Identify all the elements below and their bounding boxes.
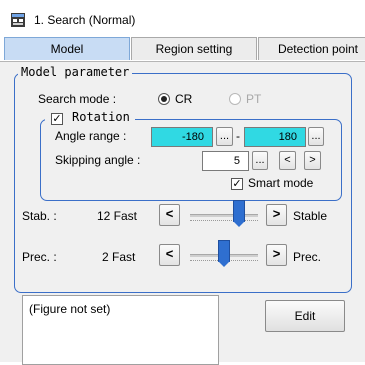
- model-panel: Model parameter Search mode : CR PT ✓ Ro…: [0, 62, 365, 365]
- prec-value: 2 Fast: [102, 250, 136, 264]
- stab-label: Stab. :: [22, 209, 57, 223]
- skipping-angle-field[interactable]: 5: [202, 151, 249, 171]
- smart-mode-label: Smart mode: [248, 176, 314, 190]
- prec-label: Prec. :: [22, 250, 57, 264]
- prec-right-label: Prec.: [293, 250, 322, 264]
- stab-decrease-button[interactable]: <: [159, 204, 180, 226]
- stab-increase-button[interactable]: >: [266, 204, 287, 226]
- rotation-legend: Rotation: [69, 110, 133, 124]
- tab-bar: Model Region setting Detection point: [0, 37, 365, 62]
- window-title: 1. Search (Normal): [34, 13, 136, 27]
- stab-slider-ticks: [190, 220, 258, 224]
- app-window-icon: [11, 13, 25, 27]
- rotation-checkbox[interactable]: ✓: [51, 113, 63, 125]
- edit-button[interactable]: Edit: [265, 300, 345, 332]
- model-parameter-legend: Model parameter: [18, 65, 133, 79]
- skipping-angle-browse-button[interactable]: ...: [252, 151, 268, 170]
- stab-slider-track[interactable]: [190, 214, 258, 217]
- tab-region-setting[interactable]: Region setting: [131, 37, 257, 60]
- smart-mode-checkbox[interactable]: ✓: [231, 178, 243, 190]
- angle-max-field[interactable]: 180: [244, 127, 306, 147]
- search-mode-cr-label: CR: [175, 92, 193, 106]
- search-mode-cr-radio[interactable]: [158, 93, 170, 105]
- angle-min-field[interactable]: -180: [151, 127, 213, 147]
- figure-status-text: (Figure not set): [29, 302, 111, 316]
- prec-increase-button[interactable]: >: [266, 244, 287, 266]
- tab-model[interactable]: Model: [4, 37, 130, 60]
- angle-range-separator: -: [236, 129, 240, 143]
- angle-max-browse-button[interactable]: ...: [308, 127, 324, 146]
- skipping-angle-decrease-button[interactable]: <: [279, 151, 296, 170]
- stab-slider-thumb[interactable]: [232, 200, 245, 227]
- stab-value: 12 Fast: [97, 209, 138, 223]
- search-mode-pt-label: PT: [246, 92, 262, 106]
- stab-right-label: Stable: [293, 209, 328, 223]
- window-title-bar: 1. Search (Normal): [0, 0, 365, 37]
- tab-detection-point[interactable]: Detection point: [258, 37, 365, 60]
- angle-min-browse-button[interactable]: ...: [216, 127, 233, 146]
- angle-range-label: Angle range :: [55, 129, 127, 143]
- search-mode-label: Search mode :: [38, 92, 117, 106]
- skipping-angle-label: Skipping angle :: [55, 153, 141, 167]
- skipping-angle-increase-button[interactable]: >: [304, 151, 321, 170]
- search-mode-pt-radio[interactable]: [229, 93, 241, 105]
- prec-decrease-button[interactable]: <: [159, 244, 180, 266]
- prec-slider-thumb[interactable]: [218, 240, 230, 267]
- figure-preview: (Figure not set): [22, 295, 219, 365]
